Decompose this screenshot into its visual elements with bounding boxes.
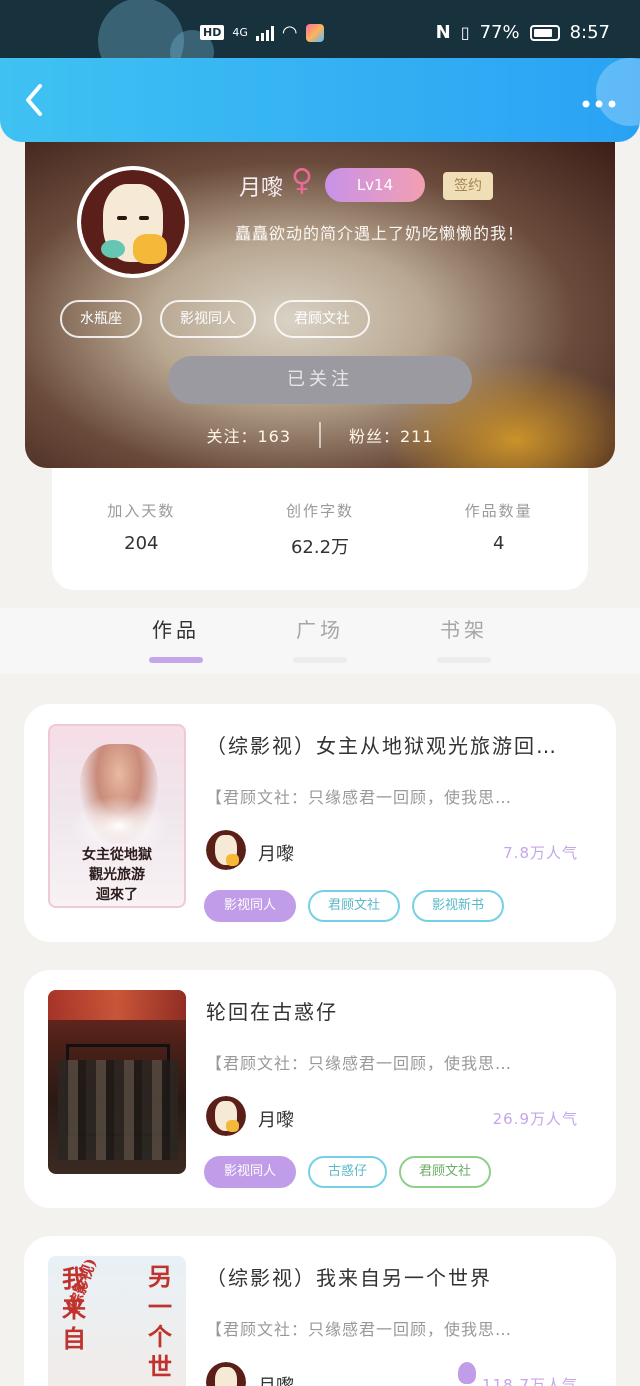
book-title[interactable]: 轮回在古惑仔 [206,996,596,1025]
follow-stats: 关注：163 粉丝：211 [25,422,615,448]
book-tag[interactable]: 影视同人 [204,1156,297,1188]
book-cover[interactable]: 女主從地獄 觀光旅游 迴來了 [48,724,186,908]
profile-tags: 水瓶座 影视同人 君顾文社 [60,300,370,338]
book-tag[interactable]: 古惑仔 [308,1156,388,1188]
stat-value: 62.2万 [290,537,350,558]
nfc-icon: N [435,22,451,43]
book-description: 【君顾文社：只缘感君一回顾，使我思… [206,1320,513,1339]
book-title[interactable]: （综影视）女主从地狱观光旅游回… [206,730,596,759]
network-label: 4G [232,26,248,39]
reader-count: 118.7万人气 [482,1376,578,1386]
tab-bar: 作品 广场 书架 [0,608,640,674]
tab-indicator [437,657,491,663]
more-dots-icon[interactable] [582,86,616,116]
top-nav-bar [0,58,640,142]
book-card[interactable]: (综影视) 我来自 另一个世 （综影视）我来自另一个世界 【君顾文社：只缘感君一… [24,1236,616,1386]
stats-panel: 加入天数 204 创作字数 62.2万 作品数量 4 [52,450,588,590]
book-description: 【君顾文社：只缘感君一回顾，使我思… [206,788,513,807]
following-count[interactable]: 关注：163 [206,423,291,447]
profile-name: 月嚟 [239,176,284,201]
app-notification-icon [305,23,324,42]
book-tag[interactable]: 君顾文社 [399,1156,492,1188]
author-avatar[interactable] [204,828,248,872]
status-right: N ▯ 77% 8:57 [436,22,610,43]
profile-tag[interactable]: 水瓶座 [60,300,142,338]
book-cover[interactable] [48,990,186,1174]
stat-value: 204 [124,533,159,554]
book-tag[interactable]: 影视同人 [204,890,297,922]
tab-indicator [293,657,347,663]
tab-bookshelf[interactable]: 书架 [424,614,504,663]
follow-button[interactable]: 已关注 [168,356,472,404]
stat-join-days: 加入天数 204 [52,500,231,590]
stat-label: 加入天数 [107,502,176,520]
signal-icon [255,25,274,41]
author-name[interactable]: 月嚟 [258,1372,294,1386]
author-name[interactable]: 月嚟 [258,840,294,866]
level-badge: Lv14 [325,168,425,202]
reader-count: 26.9万人气 [492,1110,578,1128]
tab-label: 作品 [152,618,200,642]
book-tag[interactable]: 影视新书 [412,890,505,922]
avatar[interactable] [77,166,189,278]
book-tag[interactable]: 君顾文社 [308,890,401,922]
fire-icon [458,1362,476,1384]
stat-label: 创作字数 [286,502,355,520]
tab-square[interactable]: 广场 [280,614,360,663]
book-tags: 影视同人 君顾文社 影视新书 [204,890,505,922]
stat-works-count: 作品数量 4 [409,500,588,590]
cover-title: 我来自 [62,1264,86,1353]
profile-tag[interactable]: 君顾文社 [274,300,370,338]
tab-label: 书架 [440,618,488,642]
hd-icon: HD [200,25,225,40]
cover-title: 觀光旅游 [89,867,145,883]
reader-count: 7.8万人气 [503,844,578,862]
female-icon: ♀ [291,163,313,198]
cover-title: 女主從地獄 [82,847,152,863]
battery-icon [529,24,560,41]
author-avatar[interactable] [204,1360,248,1386]
cover-title: 迴來了 [96,887,138,903]
tab-works[interactable]: 作品 [136,614,216,663]
clock: 8:57 [569,22,610,43]
battery-percent: 77% [479,22,520,43]
profile-card: 月嚟 ♀ Lv14 签约 矗矗欲动的简介遇上了奶吃懒懒的我！ 水瓶座 影视同人 … [25,140,615,468]
author-avatar[interactable] [204,1094,248,1138]
book-tags: 影视同人 古惑仔 君顾文社 [204,1156,492,1188]
stat-label: 作品数量 [464,502,533,520]
author-name[interactable]: 月嚟 [258,1106,294,1132]
cover-title: 另一个世 [148,1262,172,1381]
tab-label: 广场 [296,618,344,642]
profile-bio: 矗矗欲动的简介遇上了奶吃懒懒的我！ [235,224,525,243]
wifi-icon: ◠ [281,22,298,43]
divider [319,422,321,448]
book-card[interactable]: 女主從地獄 觀光旅游 迴來了 （综影视）女主从地狱观光旅游回… 【君顾文社：只缘… [24,704,616,942]
chevron-left-icon[interactable] [20,80,60,120]
fans-count[interactable]: 粉丝：211 [349,423,434,447]
stat-value: 4 [492,533,505,554]
profile-tag[interactable]: 影视同人 [160,300,256,338]
book-title[interactable]: （综影视）我来自另一个世界 [206,1262,596,1291]
signed-badge: 签约 [443,172,493,200]
stat-word-count: 创作字数 62.2万 [231,500,410,590]
vibrate-icon: ▯ [460,23,470,42]
status-bar: HD 4G ◠ N ▯ 77% 8:57 [0,0,640,84]
book-description: 【君顾文社：只缘感君一回顾，使我思… [206,1054,513,1073]
status-left: HD 4G ◠ [200,22,324,43]
book-card[interactable]: 轮回在古惑仔 【君顾文社：只缘感君一回顾，使我思… 月嚟 26.9万人气 影视同… [24,970,616,1208]
tab-indicator [149,657,203,663]
book-cover[interactable]: (综影视) 我来自 另一个世 [48,1256,186,1386]
